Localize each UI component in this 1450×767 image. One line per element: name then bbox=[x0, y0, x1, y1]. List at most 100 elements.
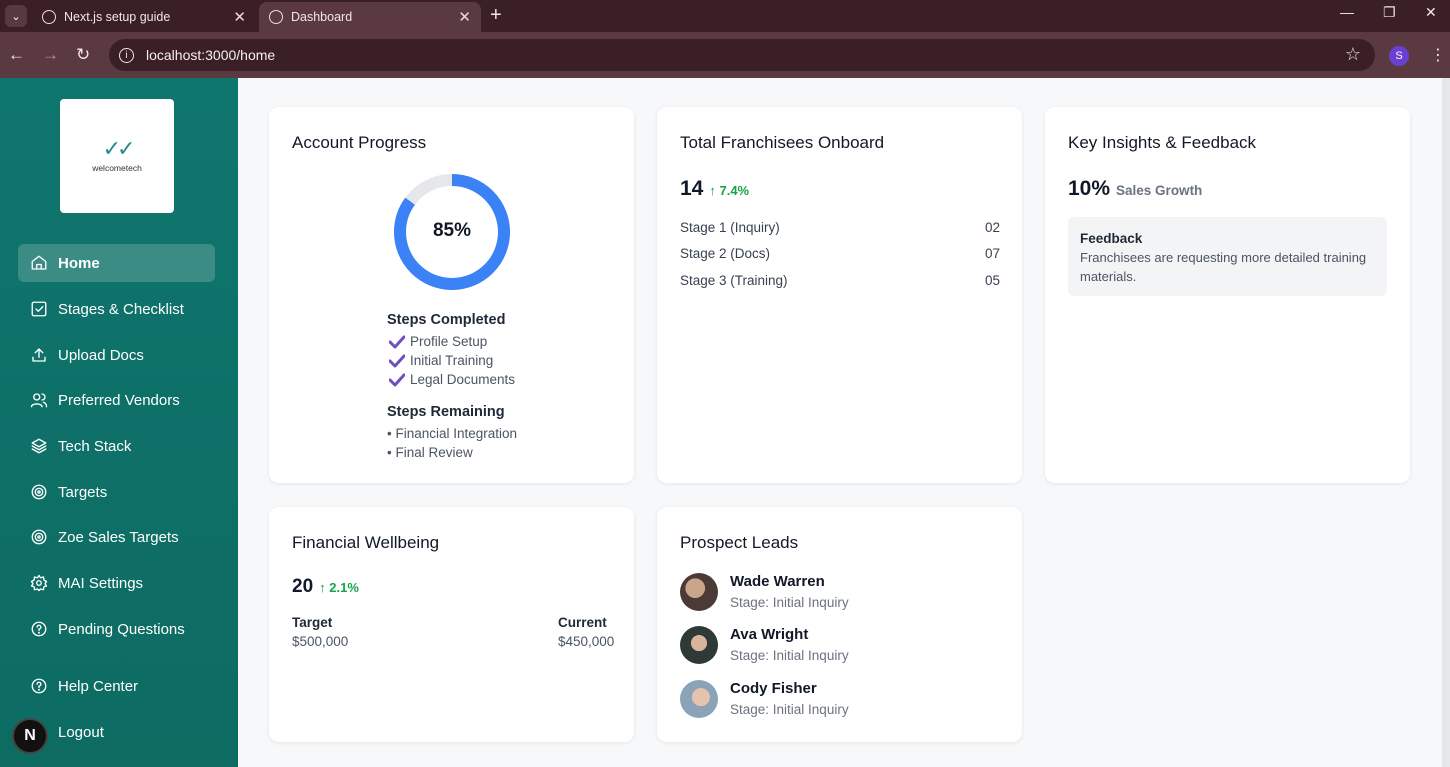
reload-icon[interactable]: ↻ bbox=[76, 45, 90, 65]
lead-item[interactable]: Cody Fisher Stage: Initial Inquiry bbox=[680, 680, 1000, 720]
tab-title: Next.js setup guide bbox=[64, 10, 171, 24]
insights-card: Key Insights & Feedback 10% Sales Growth … bbox=[1045, 107, 1410, 483]
sidebar-item-pending-questions[interactable]: Pending Questions bbox=[18, 610, 215, 648]
leads-card: Prospect Leads Wade Warren Stage: Initia… bbox=[657, 507, 1022, 742]
sidebar: ✓✓ welcometech Home Stages & Checklist U… bbox=[0, 78, 238, 767]
lead-item[interactable]: Wade Warren Stage: Initial Inquiry bbox=[680, 573, 1000, 613]
sidebar-item-label: Home bbox=[58, 254, 100, 272]
minimize-icon[interactable]: — bbox=[1340, 4, 1354, 20]
sidebar-item-label: Zoe Sales Targets bbox=[58, 528, 179, 546]
avatar bbox=[680, 680, 718, 718]
sidebar-item-label: Pending Questions bbox=[58, 620, 185, 638]
lead-name: Wade Warren bbox=[730, 573, 825, 590]
stage-label: Stage 1 (Inquiry) bbox=[680, 220, 780, 235]
card-title: Total Franchisees Onboard bbox=[680, 133, 885, 152]
logo-text: welcometech bbox=[92, 163, 142, 173]
sidebar-item-targets[interactable]: Targets bbox=[18, 473, 215, 511]
sidebar-item-label: Tech Stack bbox=[58, 437, 132, 455]
avatar bbox=[680, 573, 718, 611]
card-title: Financial Wellbeing bbox=[292, 533, 440, 552]
sidebar-item-label: Help Center bbox=[58, 677, 139, 695]
help-circle-icon bbox=[30, 677, 48, 695]
sidebar-item-zoe-sales-targets[interactable]: Zoe Sales Targets bbox=[18, 518, 215, 556]
current-value: $450,000 bbox=[558, 634, 615, 649]
sidebar-item-home[interactable]: Home bbox=[18, 244, 215, 282]
completed-step: Initial Training bbox=[389, 353, 493, 368]
page-scrollbar[interactable] bbox=[1442, 78, 1450, 767]
remaining-step: • Final Review bbox=[387, 445, 473, 460]
lead-name: Ava Wright bbox=[730, 626, 809, 643]
users-icon bbox=[30, 391, 48, 409]
window-close-icon[interactable]: ✕ bbox=[1425, 4, 1437, 21]
stage-count: 05 bbox=[984, 273, 1000, 288]
browser-menu-icon[interactable]: ⋮ bbox=[1430, 45, 1446, 65]
steps-completed-heading: Steps Completed bbox=[387, 312, 506, 328]
sidebar-item-label: Logout bbox=[58, 723, 104, 741]
stage-count: 02 bbox=[984, 220, 1000, 235]
account-progress-card: Account Progress 85% Steps Completed Pro… bbox=[269, 107, 634, 483]
bookmark-star-icon[interactable]: ☆ bbox=[1345, 44, 1361, 65]
stage-row: Stage 3 (Training) 05 bbox=[680, 273, 1000, 288]
sidebar-item-upload[interactable]: Upload Docs bbox=[18, 336, 215, 374]
sidebar-item-label: Stages & Checklist bbox=[58, 300, 184, 318]
target-icon bbox=[30, 483, 48, 501]
back-icon[interactable]: ← bbox=[8, 45, 25, 65]
check-icon bbox=[389, 373, 405, 386]
lead-item[interactable]: Ava Wright Stage: Initial Inquiry bbox=[680, 626, 1000, 666]
sidebar-item-label: Upload Docs bbox=[58, 346, 144, 364]
completed-step: Legal Documents bbox=[389, 372, 515, 387]
sidebar-item-tech-stack[interactable]: Tech Stack bbox=[18, 427, 215, 465]
remaining-step: • Financial Integration bbox=[387, 426, 518, 441]
check-icon bbox=[389, 354, 405, 367]
card-title: Account Progress bbox=[292, 133, 427, 152]
close-icon[interactable]: ✕ bbox=[233, 8, 246, 26]
avatar bbox=[680, 626, 718, 664]
lead-stage: Stage: Initial Inquiry bbox=[730, 648, 849, 663]
tab-favicon-icon bbox=[42, 10, 56, 24]
forward-icon[interactable]: → bbox=[42, 45, 59, 65]
insights-value-label: Sales Growth bbox=[1116, 183, 1203, 198]
site-info-icon[interactable]: i bbox=[119, 47, 134, 63]
logo[interactable]: ✓✓ welcometech bbox=[60, 99, 174, 213]
sidebar-item-vendors[interactable]: Preferred Vendors bbox=[18, 381, 215, 419]
upload-icon bbox=[30, 346, 48, 364]
franchisee-total-value: 14 bbox=[680, 177, 704, 200]
financial-delta: ↑ 2.1% bbox=[319, 580, 359, 595]
financial-value: 20 bbox=[292, 576, 314, 597]
financial-card: Financial Wellbeing 20 ↑ 2.1% Target $500… bbox=[269, 507, 634, 742]
help-circle-icon bbox=[30, 620, 48, 638]
gear-icon bbox=[30, 574, 48, 592]
layers-icon bbox=[30, 437, 48, 455]
profile-avatar[interactable]: S bbox=[1389, 46, 1409, 66]
stage-row: Stage 1 (Inquiry) 02 bbox=[680, 220, 1000, 235]
financial-metric: 20 ↑ 2.1% bbox=[292, 576, 359, 598]
logo-check-icon: ✓✓ bbox=[102, 136, 136, 161]
lead-stage: Stage: Initial Inquiry bbox=[730, 595, 849, 610]
tab-title: Dashboard bbox=[291, 10, 353, 24]
close-icon[interactable]: ✕ bbox=[458, 8, 471, 26]
restore-icon[interactable]: ❐ bbox=[1383, 4, 1396, 21]
sidebar-item-mai-settings[interactable]: MAI Settings bbox=[18, 564, 215, 602]
new-tab-button[interactable]: + bbox=[490, 4, 502, 27]
progress-percent: 85% bbox=[432, 220, 472, 241]
sidebar-item-stages[interactable]: Stages & Checklist bbox=[18, 290, 215, 328]
browser-tab[interactable]: Next.js setup guide ✕ bbox=[32, 2, 256, 32]
franchisee-total: 14 ↑ 7.4% bbox=[680, 177, 749, 201]
url-field[interactable]: i localhost:3000/home ☆ bbox=[109, 39, 1375, 71]
target-icon bbox=[30, 528, 48, 546]
nextjs-badge[interactable]: N bbox=[12, 718, 48, 754]
franchisees-card: Total Franchisees Onboard 14 ↑ 7.4% Stage… bbox=[657, 107, 1022, 483]
completed-step-label: Legal Documents bbox=[410, 372, 516, 387]
tab-favicon-icon bbox=[269, 10, 283, 24]
sidebar-item-help-center[interactable]: Help Center bbox=[18, 667, 215, 705]
feedback-title: Feedback bbox=[1080, 231, 1143, 246]
target-value: $500,000 bbox=[292, 634, 349, 649]
card-title: Prospect Leads bbox=[680, 533, 799, 552]
tab-search-button[interactable]: ⌄ bbox=[5, 5, 27, 27]
lead-stage: Stage: Initial Inquiry bbox=[730, 702, 849, 717]
card-title: Key Insights & Feedback bbox=[1068, 133, 1257, 152]
sidebar-item-label: MAI Settings bbox=[58, 574, 144, 592]
franchisee-delta: ↑ 7.4% bbox=[709, 183, 750, 198]
browser-tab-active[interactable]: Dashboard ✕ bbox=[259, 2, 481, 32]
sidebar-item-label: Targets bbox=[58, 483, 108, 501]
